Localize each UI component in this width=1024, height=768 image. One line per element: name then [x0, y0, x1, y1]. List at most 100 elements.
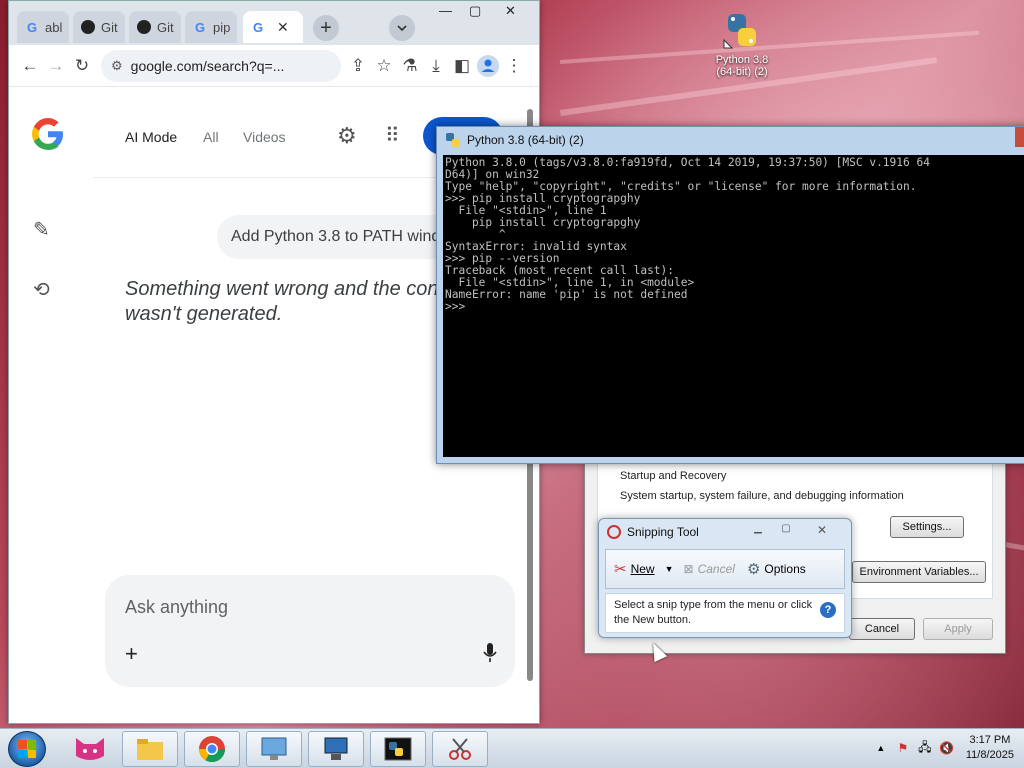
taskbar-snipping-tool[interactable]	[432, 731, 488, 767]
volume-muted-icon[interactable]: 🔇	[939, 741, 955, 755]
tab-3[interactable]: Git	[129, 11, 181, 43]
taskbar-cat-app[interactable]	[62, 731, 118, 767]
tab-active[interactable]: G ✕	[243, 11, 303, 43]
taskbar-system[interactable]	[308, 731, 364, 767]
desktop-icon-label-2: (64-bit) (2)	[716, 66, 768, 78]
menu-kebab-icon[interactable]: ⋮	[503, 52, 525, 80]
tab-search-button[interactable]	[389, 15, 415, 41]
python-desktop-shortcut[interactable]: Python 3.8 (64-bit) (2)	[706, 10, 778, 78]
taskbar-chrome[interactable]	[184, 731, 240, 767]
tab-1[interactable]: G abl	[17, 11, 69, 43]
console-titlebar[interactable]: Python 3.8 (64-bit) (2)	[437, 127, 1024, 153]
taskbar-control-panel[interactable]	[246, 731, 302, 767]
python-icon	[722, 10, 762, 50]
taskbar-explorer[interactable]	[122, 731, 178, 767]
close-window-button[interactable]: ✕	[505, 3, 516, 19]
snip-toolbar: ✂ New ▼ ⊠ Cancel ⚙ Options	[605, 549, 845, 589]
chrome-icon	[199, 736, 225, 762]
site-info-icon[interactable]: ⚙	[111, 58, 123, 74]
console-line: pip install cryptograpghy	[445, 216, 641, 229]
labs-flask-icon[interactable]: ⚗	[399, 52, 421, 80]
profile-avatar-icon[interactable]	[477, 52, 499, 80]
tab-ai-mode[interactable]: AI Mode	[125, 129, 177, 145]
clock[interactable]: 3:17 PM 11/8/2025	[966, 733, 1014, 763]
environment-variables-button[interactable]: Environment Variables...	[852, 561, 986, 583]
cancel-button[interactable]: Cancel	[849, 618, 915, 640]
snipping-tool-icon	[607, 525, 621, 539]
share-icon[interactable]: ⇪	[347, 52, 369, 80]
browser-toolbar: ← → ↻ ⚙ google.com/search?q=... ⇪ ☆ ⚗ ⤓ …	[9, 45, 539, 87]
clock-time: 3:17 PM	[969, 734, 1011, 746]
folder-icon	[137, 739, 163, 760]
tab-label: Git	[101, 19, 118, 35]
snip-title: Snipping Tool	[627, 525, 699, 539]
chevron-down-icon	[397, 25, 407, 31]
minimize-button[interactable]: —	[439, 3, 452, 18]
new-snip-button[interactable]: ✂ New	[614, 560, 655, 578]
google-logo[interactable]	[29, 115, 67, 162]
side-panel-icon[interactable]: ◧	[451, 52, 473, 80]
computer-icon	[324, 737, 348, 760]
reload-icon[interactable]: ↻	[71, 52, 93, 80]
google-icon: G	[26, 19, 38, 35]
console-line: NameError: name 'pip' is not defined	[445, 288, 688, 301]
clock-date: 11/8/2025	[965, 749, 1014, 761]
snip-maximize-button[interactable]: ▢	[775, 523, 797, 537]
close-tab-icon[interactable]: ✕	[277, 19, 289, 36]
python-icon	[445, 132, 461, 148]
download-icon[interactable]: ⤓	[425, 52, 447, 80]
start-button[interactable]	[8, 731, 46, 767]
tab-2[interactable]: Git	[73, 11, 125, 43]
google-apps-icon[interactable]: ⠿	[385, 123, 400, 148]
python-console-window[interactable]: Python 3.8 (64-bit) (2) Python 3.8.0 (ta…	[436, 126, 1024, 464]
back-arrow-icon[interactable]: ←	[19, 52, 41, 80]
show-hidden-icons-icon[interactable]: ▲	[873, 741, 889, 755]
tab-label: abl	[45, 19, 63, 35]
snip-close-button[interactable]: ✕	[811, 523, 833, 537]
network-icon[interactable]: 🖧	[917, 740, 933, 755]
ask-input-box[interactable]: Ask anything +	[105, 575, 515, 687]
cat-icon	[76, 738, 104, 760]
action-center-flag-icon[interactable]: ⚑	[895, 741, 911, 755]
options-gear-icon: ⚙	[746, 561, 761, 578]
tab-label: pip	[213, 19, 231, 35]
github-icon	[137, 20, 151, 34]
ask-placeholder: Ask anything	[125, 597, 229, 617]
new-chat-edit-icon[interactable]: ✎	[33, 217, 50, 242]
cancel-x-icon: ⊠	[683, 562, 694, 576]
taskbar-python[interactable]	[370, 731, 426, 767]
tab-strip: G abl Git Git G pip G ✕ + — ▢ ✕	[9, 1, 539, 45]
tab-4[interactable]: G pip	[185, 11, 237, 43]
github-icon	[81, 20, 95, 34]
python-console-icon	[384, 737, 412, 761]
help-icon[interactable]: ?	[820, 602, 836, 618]
settings-gear-icon[interactable]: ⚙	[337, 123, 357, 149]
new-snip-dropdown[interactable]: ▼	[665, 564, 674, 574]
section-title: Startup and Recovery	[620, 470, 727, 482]
snip-minimize-button[interactable]: ▁	[747, 523, 769, 537]
console-title: Python 3.8 (64-bit) (2)	[467, 133, 584, 147]
url-text: google.com/search?q=...	[130, 57, 285, 74]
address-bar[interactable]: ⚙ google.com/search?q=...	[101, 49, 341, 82]
windows-logo-icon	[18, 740, 36, 758]
history-icon[interactable]: ⟲	[33, 277, 50, 302]
desktop-icon-label-1: Python 3.8	[715, 54, 769, 66]
snip-options-button[interactable]: ⚙ Options	[747, 560, 806, 578]
add-attachment-icon[interactable]: +	[125, 641, 138, 667]
maximize-button[interactable]: ▢	[469, 3, 481, 19]
settings-button[interactable]: Settings...	[890, 516, 964, 538]
snip-titlebar[interactable]: Snipping Tool	[607, 525, 699, 539]
console-close-button[interactable]	[1015, 127, 1024, 147]
microphone-icon[interactable]	[483, 643, 497, 663]
snipping-tool-window[interactable]: Snipping Tool ▁ ▢ ✕ ✂ New ▼ ⊠ Cancel ⚙ O…	[598, 518, 852, 638]
forward-arrow-icon[interactable]: →	[45, 52, 67, 80]
tab-all[interactable]: All	[203, 129, 219, 145]
tab-videos[interactable]: Videos	[243, 129, 286, 145]
bookmark-star-icon[interactable]: ☆	[373, 52, 395, 80]
apply-button[interactable]: Apply	[923, 618, 993, 640]
snip-cancel-button[interactable]: ⊠ Cancel	[684, 562, 735, 576]
console-output[interactable]: Python 3.8.0 (tags/v3.8.0:fa919fd, Oct 1…	[443, 155, 1024, 457]
new-tab-button[interactable]: +	[313, 15, 339, 41]
scissors-icon: ✂	[614, 561, 627, 578]
console-line: >>>	[445, 300, 472, 313]
